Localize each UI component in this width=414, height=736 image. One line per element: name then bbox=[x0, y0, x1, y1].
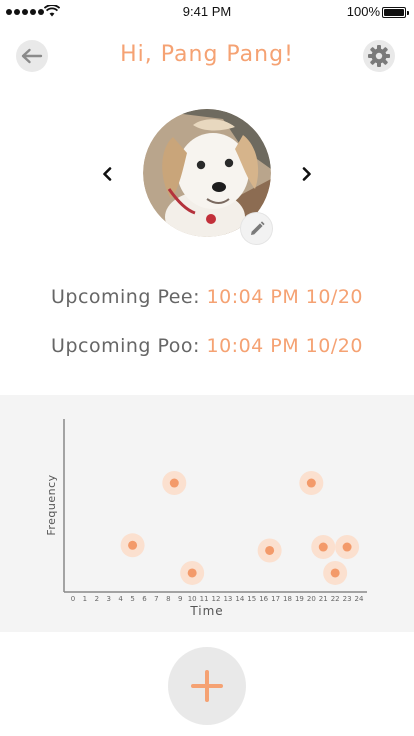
x-tick-label: 8 bbox=[166, 595, 170, 603]
plus-icon bbox=[191, 670, 223, 702]
x-tick-label: 19 bbox=[295, 595, 304, 603]
battery-percentage: 100% bbox=[346, 4, 380, 19]
data-point bbox=[180, 560, 205, 585]
data-point bbox=[323, 560, 348, 585]
gear-icon bbox=[368, 45, 390, 67]
x-tick-label: 6 bbox=[142, 595, 147, 603]
x-tick-label: 24 bbox=[355, 595, 364, 603]
upcoming-pee-row: Upcoming Pee: 10:04 PM 10/20 bbox=[0, 286, 414, 308]
next-pet-button[interactable] bbox=[297, 162, 317, 186]
x-tick-label: 20 bbox=[307, 595, 316, 603]
x-tick-label: 10 bbox=[188, 595, 197, 603]
upcoming-pee-time: 10:04 PM 10/20 bbox=[206, 286, 364, 308]
upcoming-pee-label: Upcoming Pee: bbox=[50, 286, 201, 308]
frequency-scatter-chart: 0 1 2 3 4 5 6 7 8 9 10 11 12 13 14 15 16 17 18 19 20 21 22 23 24… bbox=[45, 419, 367, 618]
x-tick-label: 17 bbox=[271, 595, 280, 603]
add-record-button[interactable] bbox=[168, 647, 246, 725]
x-tick-label: 21 bbox=[319, 595, 328, 603]
greeting-title: Hi, Pang Pang! bbox=[120, 42, 294, 67]
upcoming-poo-time: 10:04 PM 10/20 bbox=[206, 335, 363, 357]
data-point bbox=[335, 535, 360, 560]
frequency-chart-panel: 0 1 2 3 4 5 6 7 8 9 10 11 12 13 14 15 16 17 18 19 20 21 22 23 24… bbox=[0, 395, 414, 632]
previous-pet-button[interactable] bbox=[97, 162, 117, 186]
data-point bbox=[257, 538, 282, 563]
x-tick-label: 18 bbox=[283, 595, 292, 603]
x-tick-label: 5 bbox=[130, 595, 134, 603]
x-tick-label: 23 bbox=[343, 595, 352, 603]
x-tick-label: 4 bbox=[118, 595, 123, 603]
edit-photo-button[interactable] bbox=[241, 213, 272, 244]
x-tick-label: 16 bbox=[259, 595, 268, 603]
y-axis-label: Frequency bbox=[45, 474, 58, 535]
x-tick-label: 22 bbox=[331, 595, 340, 603]
data-point bbox=[299, 471, 324, 496]
x-tick-label: 7 bbox=[154, 595, 158, 603]
x-tick-label: 14 bbox=[235, 595, 244, 603]
x-axis-label: Time bbox=[189, 604, 223, 618]
x-tick-label: 9 bbox=[178, 595, 182, 603]
status-bar: 9:41 PM 100% bbox=[0, 0, 414, 24]
upcoming-poo-row: Upcoming Poo: 10:04 PM 10/20 bbox=[0, 335, 414, 357]
x-tick-label: 12 bbox=[212, 595, 221, 603]
x-tick-label: 15 bbox=[247, 595, 256, 603]
x-tick-label: 11 bbox=[200, 595, 209, 603]
chevron-right-icon bbox=[302, 167, 311, 181]
pencil-icon bbox=[250, 220, 265, 235]
chevron-left-icon bbox=[103, 167, 112, 181]
settings-button[interactable] bbox=[363, 40, 395, 72]
battery-icon bbox=[382, 7, 409, 18]
x-tick-label: 0 bbox=[71, 595, 75, 603]
data-point bbox=[120, 533, 145, 558]
x-tick-label: 3 bbox=[107, 595, 111, 603]
x-tick-label: 2 bbox=[95, 595, 99, 603]
upcoming-poo-label: Upcoming Poo: bbox=[51, 335, 200, 357]
data-point bbox=[162, 471, 187, 496]
x-tick-label: 1 bbox=[83, 595, 87, 603]
data-point bbox=[311, 535, 336, 560]
x-tick-label: 13 bbox=[223, 595, 232, 603]
